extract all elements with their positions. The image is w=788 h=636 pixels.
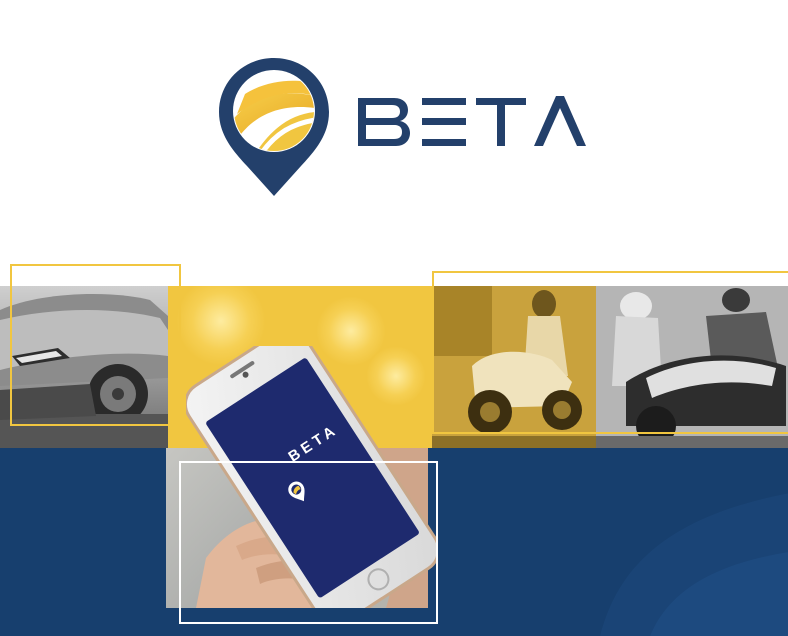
car-photo-frame [10, 264, 181, 426]
hand-photo-frame [179, 461, 438, 624]
swoosh-decoration [600, 493, 788, 636]
brand-wordmark-glyphs [358, 96, 586, 146]
scooter-photo-frame [432, 271, 788, 434]
brand-logo-pin-icon [215, 54, 333, 200]
brand-wordmark: BETA [356, 86, 586, 156]
